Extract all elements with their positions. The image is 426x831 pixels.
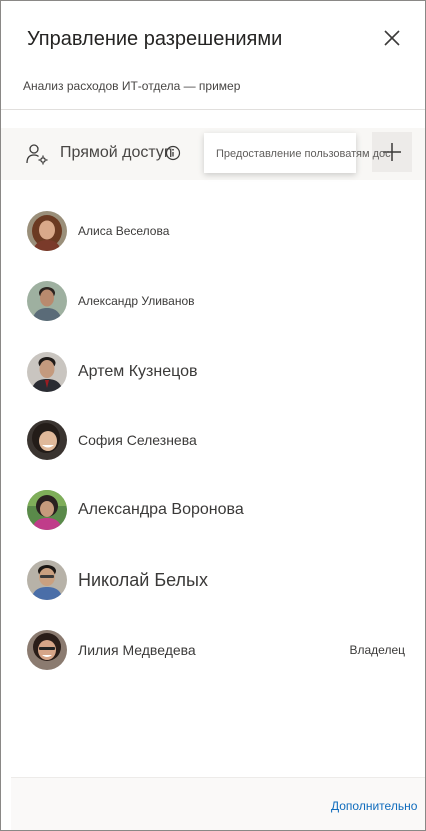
owner-role-label: Владелец (349, 643, 405, 657)
user-name: Александр Уливанов (78, 294, 195, 308)
user-row[interactable]: Александр Уливанов (1, 277, 425, 325)
info-icon[interactable] (165, 145, 181, 161)
close-icon (384, 30, 400, 46)
avatar (27, 211, 67, 251)
add-user-tooltip: Предоставление пользовател (204, 133, 356, 173)
user-row[interactable]: Артем Кузнецов (1, 348, 425, 396)
user-name: Алиса Веселова (78, 224, 170, 238)
report-name: Анализ расходов ИТ-отдела — пример (23, 79, 241, 93)
user-name: Лилия Медведева (78, 642, 196, 658)
user-row[interactable]: София Селезнева (1, 416, 425, 464)
close-button[interactable] (379, 25, 405, 51)
avatar (27, 352, 67, 392)
panel-title: Управление разрешениями (27, 28, 283, 50)
user-row[interactable]: Лилия Медведева Владелец (1, 626, 425, 674)
manage-permissions-panel: Управление разрешениями Анализ расходов … (0, 0, 426, 831)
avatar (27, 630, 67, 670)
direct-access-label: Прямой доступ (60, 144, 173, 161)
panel-footer: Дополнительно (11, 777, 425, 830)
avatar (27, 420, 67, 460)
avatar (27, 281, 67, 321)
user-name: Николай Белых (78, 570, 208, 590)
user-name: Артем Кузнецов (78, 363, 198, 380)
user-name: Александра Воронова (78, 501, 244, 518)
more-options-link[interactable]: Дополнительно (331, 799, 417, 813)
header-divider (1, 109, 425, 110)
user-row[interactable]: Алиса Веселова (1, 207, 425, 255)
user-name: София Селезнева (78, 432, 197, 448)
user-row[interactable]: Николай Белых (1, 556, 425, 604)
person-settings-icon (26, 144, 48, 165)
user-row[interactable]: Александра Воронова (1, 486, 425, 534)
avatar (27, 490, 67, 530)
avatar (27, 560, 67, 600)
add-user-tooltip-overflow: ям дос (356, 148, 391, 160)
